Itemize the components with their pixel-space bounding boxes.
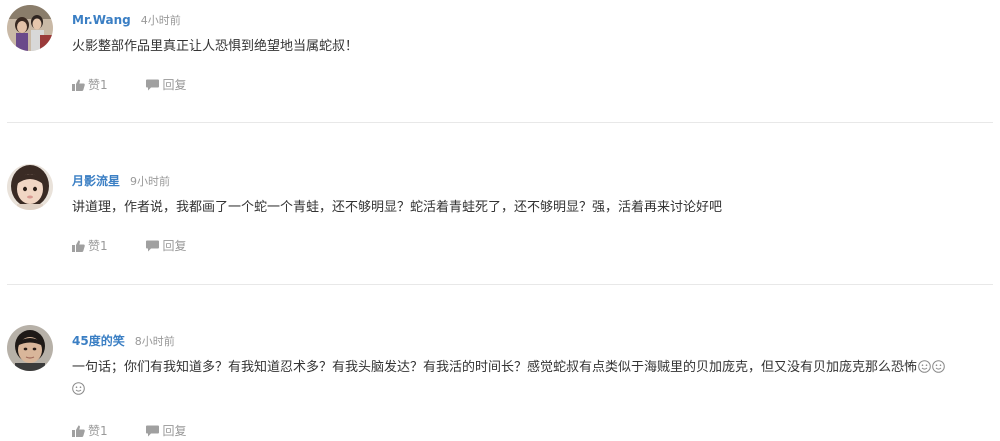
like-count: 赞1 — [88, 78, 108, 92]
smiley-emoji-icon — [932, 360, 945, 373]
smiley-emoji-icon — [72, 382, 85, 395]
like-count: 赞1 — [88, 424, 108, 438]
comment-text-body: 一句话；你们有我知道多？有我知道忍术多？有我头脑发达？有我活的时间长？感觉蛇叔有… — [72, 360, 918, 375]
comment-text-body: 讲道理，作者说，我都画了一个蛇一个青蛙，还不够明显？蛇活着青蛙死了，还不够明显？… — [72, 200, 723, 215]
avatar-photo — [7, 164, 53, 210]
avatar[interactable] — [7, 325, 53, 371]
reply-button[interactable]: 回复 — [146, 77, 186, 93]
avatar-photo — [7, 5, 53, 51]
comment-meta: 45度的笑 8小时前 — [72, 331, 175, 349]
reply-label: 回复 — [162, 239, 187, 253]
comment-divider — [7, 122, 993, 123]
reply-label: 回复 — [162, 78, 187, 92]
avatar-photo — [7, 325, 53, 371]
smiley-emoji-icon — [918, 360, 931, 373]
timestamp: 8小时前 — [134, 335, 175, 348]
thumbs-up-icon — [72, 79, 85, 91]
username[interactable]: Mr.Wang — [72, 13, 131, 27]
username[interactable]: 45度的笑 — [72, 334, 125, 348]
avatar[interactable] — [7, 164, 53, 210]
thumbs-up-icon — [72, 240, 85, 252]
thumbs-up-icon — [72, 425, 85, 437]
username[interactable]: 月影流星 — [72, 174, 120, 188]
comment-text-body: 火影整部作品里真正让人恐惧到绝望地当属蛇叔！ — [72, 39, 359, 54]
like-button[interactable]: 赞1 — [72, 423, 108, 439]
like-button[interactable]: 赞1 — [72, 238, 108, 254]
speech-bubble-icon — [146, 79, 160, 91]
speech-bubble-icon — [146, 240, 160, 252]
comment-divider — [7, 284, 993, 285]
comment-meta: 月影流星 9小时前 — [72, 171, 170, 189]
comment-text: 讲道理，作者说，我都画了一个蛇一个青蛙，还不够明显？蛇活着青蛙死了，还不够明显？… — [72, 197, 992, 219]
comment-actions: 赞1 回复 — [72, 423, 186, 439]
reply-button[interactable]: 回复 — [146, 423, 186, 439]
like-count: 赞1 — [88, 239, 108, 253]
comment-text: 火影整部作品里真正让人恐惧到绝望地当属蛇叔！ — [72, 36, 992, 58]
timestamp: 9小时前 — [130, 175, 171, 188]
like-button[interactable]: 赞1 — [72, 77, 108, 93]
reply-button[interactable]: 回复 — [146, 238, 186, 254]
comment-text: 一句话；你们有我知道多？有我知道忍术多？有我头脑发达？有我活的时间长？感觉蛇叔有… — [72, 357, 992, 401]
comment-actions: 赞1 回复 — [72, 77, 186, 93]
speech-bubble-icon — [146, 425, 160, 437]
comment-meta: Mr.Wang 4小时前 — [72, 10, 181, 28]
comment-actions: 赞1 回复 — [72, 238, 186, 254]
timestamp: 4小时前 — [140, 14, 181, 27]
reply-label: 回复 — [162, 424, 187, 438]
avatar[interactable] — [7, 5, 53, 51]
